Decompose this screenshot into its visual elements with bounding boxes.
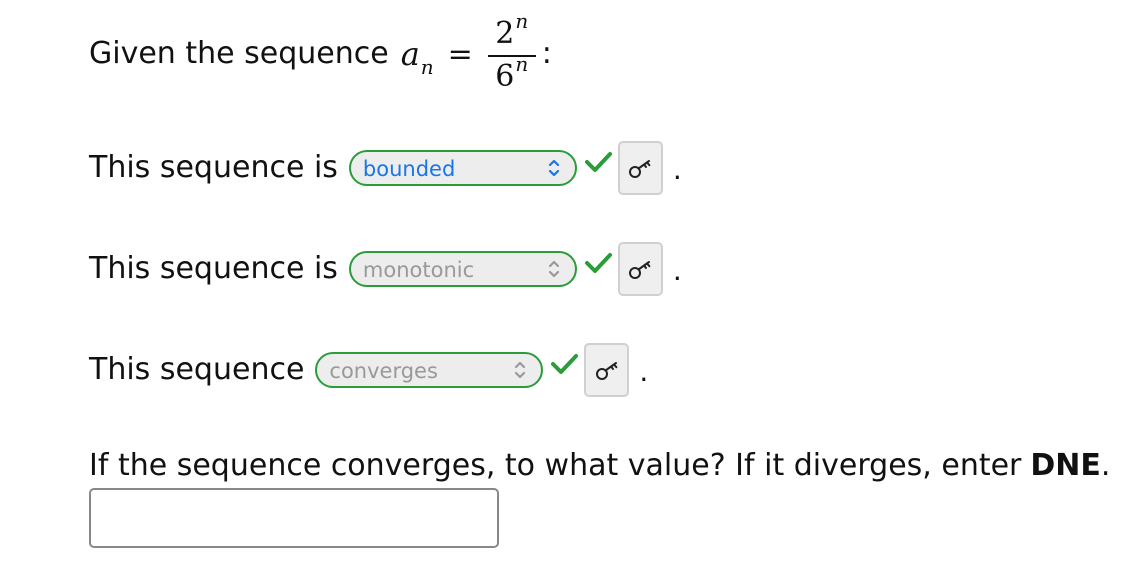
sentence-period: . bbox=[639, 355, 649, 388]
checkmark-icon bbox=[584, 252, 612, 273]
up-down-chevron-icon bbox=[548, 260, 560, 278]
show-answer-key-button[interactable] bbox=[617, 141, 663, 195]
convergence-select[interactable]: converges bbox=[315, 352, 544, 388]
select-selected-value: monotonic bbox=[362, 257, 475, 282]
key-icon bbox=[629, 261, 651, 279]
convergence-value-instruction: If the sequence converges, to what value… bbox=[89, 449, 1110, 483]
sequence-definition: Given the sequence an = 2n 6n : bbox=[89, 8, 552, 100]
numerator-exponent: n bbox=[515, 8, 529, 33]
question-prompt: This sequence bbox=[89, 352, 305, 387]
show-answer-key-button[interactable] bbox=[584, 343, 630, 397]
denominator-base: 6 bbox=[495, 58, 515, 94]
checkmark-icon bbox=[551, 353, 579, 374]
sequence-question-page: Given the sequence an = 2n 6n : This seq… bbox=[0, 0, 1142, 569]
up-down-chevron-icon bbox=[515, 361, 526, 379]
sequence-formula: an bbox=[400, 34, 434, 77]
numerator-base: 2 bbox=[495, 15, 515, 51]
convergence-value-input[interactable] bbox=[89, 488, 499, 548]
key-icon bbox=[595, 362, 618, 380]
monotonicity-select[interactable]: monotonic bbox=[348, 251, 577, 287]
question-row-boundedness: This sequence is bounded . bbox=[89, 141, 682, 195]
select-selected-value: bounded bbox=[362, 156, 456, 181]
up-down-chevron-icon bbox=[548, 159, 560, 177]
instruction-dne: DNE bbox=[1030, 448, 1101, 483]
key-icon bbox=[629, 160, 651, 178]
instruction-text: If the sequence converges, to what value… bbox=[89, 448, 1022, 483]
sentence-period: . bbox=[672, 153, 682, 186]
checkmark-icon bbox=[584, 151, 612, 172]
question-prompt: This sequence is bbox=[89, 251, 338, 286]
question-row-convergence: This sequence converges . bbox=[89, 343, 649, 397]
equals-sign: = bbox=[447, 37, 473, 72]
sequence-fraction: 2n 6n bbox=[487, 11, 536, 94]
question-prompt: This sequence is bbox=[89, 150, 338, 185]
sequence-term-subscript: n bbox=[420, 54, 434, 79]
sentence-period: . bbox=[672, 254, 682, 287]
sequence-term-variable: a bbox=[400, 34, 420, 73]
select-selected-value: converges bbox=[329, 358, 438, 383]
instruction-period: . bbox=[1100, 448, 1111, 483]
boundedness-select[interactable]: bounded bbox=[348, 150, 577, 186]
show-answer-key-button[interactable] bbox=[617, 242, 663, 296]
sequence-intro-text: Given the sequence bbox=[89, 36, 389, 71]
fraction-numerator: 2n bbox=[495, 11, 528, 55]
fraction-denominator: 6n bbox=[495, 51, 529, 94]
question-row-monotonicity: This sequence is monotonic . bbox=[89, 242, 682, 296]
formula-colon: : bbox=[541, 36, 552, 71]
denominator-exponent: n bbox=[515, 51, 529, 76]
